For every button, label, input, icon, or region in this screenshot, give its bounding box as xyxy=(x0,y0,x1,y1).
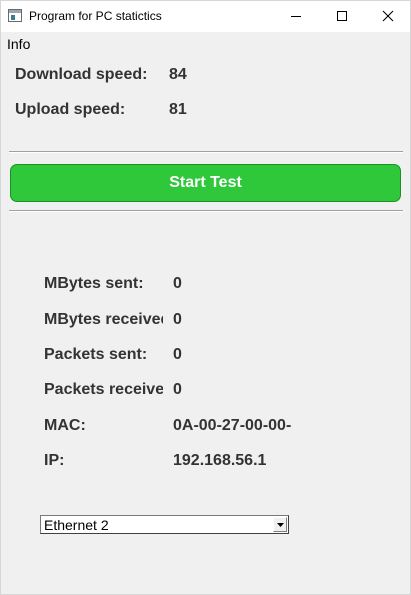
upload-speed-value: 81 xyxy=(169,101,187,118)
window-title: Program for PC statictics xyxy=(29,9,162,23)
mbytes-sent-label: MBytes sent: xyxy=(44,275,144,292)
ip-label: IP: xyxy=(44,452,65,469)
upload-speed-label: Upload speed: xyxy=(15,101,126,118)
mac-label: MAC: xyxy=(44,417,86,434)
mac-value: 0A-00-27-00-00- xyxy=(173,417,291,434)
maximize-button[interactable] xyxy=(319,1,365,32)
top-divider xyxy=(9,151,403,153)
title-bar[interactable]: Program for PC statictics xyxy=(1,1,410,32)
app-window-icon xyxy=(8,9,22,22)
packets-sent-label: Packets sent: xyxy=(44,346,148,363)
network-adapter-selected: Ethernet 2 xyxy=(44,517,109,533)
download-speed-label: Download speed: xyxy=(15,66,148,83)
close-button[interactable] xyxy=(365,1,411,32)
minimize-button[interactable] xyxy=(273,1,319,32)
minimize-icon xyxy=(291,16,301,17)
bottom-divider xyxy=(9,210,403,212)
network-adapter-select[interactable]: Ethernet 2 xyxy=(40,515,289,534)
start-test-button[interactable]: Start Test xyxy=(10,164,401,202)
mbytes-sent-value: 0 xyxy=(173,275,182,292)
menu-bar: Info xyxy=(1,32,410,52)
mbytes-received-value: 0 xyxy=(173,311,182,328)
packets-received-value: 0 xyxy=(173,381,182,398)
close-icon xyxy=(382,10,394,22)
dropdown-arrow-button[interactable] xyxy=(273,517,287,532)
mbytes-received-label: MBytes received xyxy=(44,311,163,328)
app-window: Program for PC statictics Info Download … xyxy=(0,0,411,595)
maximize-icon xyxy=(337,11,347,21)
packets-sent-value: 0 xyxy=(173,346,182,363)
chevron-down-icon xyxy=(277,523,284,527)
packets-received-label: Packets received xyxy=(44,381,163,398)
download-speed-value: 84 xyxy=(169,66,187,83)
menu-item-info[interactable]: Info xyxy=(7,36,30,52)
ip-value: 192.168.56.1 xyxy=(173,452,267,469)
